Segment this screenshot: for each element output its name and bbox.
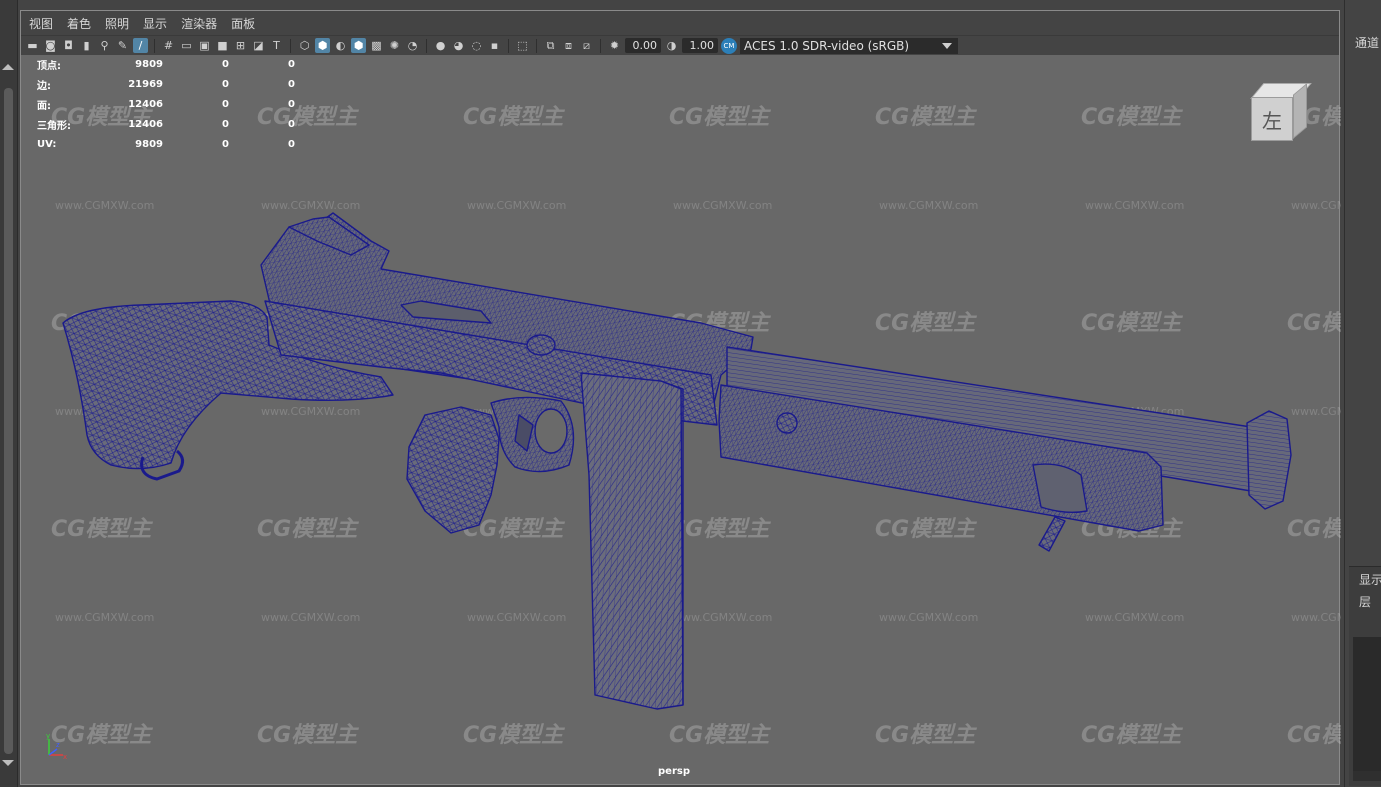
toolbar-separator: [536, 38, 537, 53]
display-tab[interactable]: 显示: [1359, 571, 1381, 588]
left-scrollbar[interactable]: [4, 88, 13, 754]
toolbar-separator: [600, 38, 601, 53]
color-management-icon[interactable]: CM: [721, 37, 737, 54]
hud-value: 0: [288, 78, 295, 90]
hud-value: 0: [222, 138, 229, 150]
layer-list-scrollbar[interactable]: [1353, 771, 1381, 781]
screen-space-ao-icon[interactable]: ●: [433, 38, 448, 53]
axis-x-label: x: [63, 753, 67, 761]
isolate-select-icon[interactable]: ⬚: [515, 38, 530, 53]
wireframe-icon[interactable]: ⬡: [297, 38, 312, 53]
exposure-field[interactable]: 0.00: [625, 38, 661, 53]
safe-action-icon[interactable]: ◪: [251, 38, 266, 53]
camera-name-label: persp: [658, 766, 690, 777]
camera-attributes-icon[interactable]: ◙: [43, 38, 58, 53]
motion-blur-icon[interactable]: ◕: [451, 38, 466, 53]
axis-z-label: z: [56, 741, 60, 749]
view-cube[interactable]: 左: [1247, 83, 1312, 147]
hud-label: 顶点:: [37, 60, 61, 72]
menu-shading[interactable]: 着色: [67, 15, 91, 32]
bookmark-icon[interactable]: ◘: [61, 38, 76, 53]
hud-row-triangles: 三角形: 12406 0 0: [37, 114, 295, 134]
film-gate-icon[interactable]: ▭: [179, 38, 194, 53]
menu-view[interactable]: 视图: [29, 15, 53, 32]
poly-count-hud: 顶点: 9809 0 0 边: 21969 0 0 面: 12406 0 0 三…: [37, 54, 295, 154]
hud-value: 9809: [135, 58, 163, 70]
grease-pencil-icon[interactable]: ✎: [115, 38, 130, 53]
view-cube-left-face[interactable]: 左: [1251, 97, 1293, 141]
hud-label: UV:: [37, 138, 57, 150]
hud-value: 0: [288, 98, 295, 110]
hud-value: 0: [288, 118, 295, 130]
safe-title-icon[interactable]: T: [269, 38, 284, 53]
scroll-down-icon[interactable]: [2, 760, 14, 766]
hud-row-vertices: 顶点: 9809 0 0: [37, 54, 295, 74]
axis-gizmo: y x z: [46, 732, 67, 761]
view-transform-value: ACES 1.0 SDR-video (sRGB): [744, 38, 910, 53]
viewport-panel[interactable]: 视图 着色 照明 显示 渲染器 面板 ▬ ◙ ◘ ▮ ⚲ ✎ / # ▭ ▣ ■…: [20, 10, 1341, 785]
hud-value: 0: [288, 138, 295, 150]
image-plane-icon[interactable]: ▮: [79, 38, 94, 53]
hud-value: 9809: [135, 138, 163, 150]
grid-icon[interactable]: #: [161, 38, 176, 53]
menu-panels[interactable]: 面板: [231, 15, 255, 32]
hud-label: 边:: [37, 80, 51, 92]
scroll-up-icon[interactable]: [2, 64, 14, 70]
hud-value: 21969: [128, 78, 163, 90]
panel-menubar: 视图 着色 照明 显示 渲染器 面板: [21, 11, 1339, 35]
layer-editor: 显示 层: [1349, 566, 1381, 786]
gamma-icon[interactable]: ◑: [664, 38, 679, 53]
layers-menu[interactable]: 层: [1359, 593, 1371, 610]
hud-value: 0: [222, 118, 229, 130]
menu-renderer[interactable]: 渲染器: [181, 15, 217, 32]
wireframe-on-shaded-icon[interactable]: ⬢: [351, 38, 366, 53]
panel-toolbar: ▬ ◙ ◘ ▮ ⚲ ✎ / # ▭ ▣ ■ ⊞ ◪ T ⬡ ⬢ ◐ ⬢ ▩ ✺ …: [21, 35, 1339, 55]
anti-aliasing-icon[interactable]: ◌: [469, 38, 484, 53]
resolution-gate-icon[interactable]: ▣: [197, 38, 212, 53]
default-material-icon[interactable]: ◐: [333, 38, 348, 53]
channel-box-tab[interactable]: 通道: [1355, 34, 1379, 51]
layer-list[interactable]: [1353, 637, 1381, 771]
grease-pencil-active-icon[interactable]: /: [133, 38, 148, 53]
hud-label: 三角形:: [37, 120, 71, 132]
submachine-gun-wireframe-model[interactable]: [21, 55, 1341, 785]
view-transform-dropdown[interactable]: ACES 1.0 SDR-video (sRGB): [740, 37, 958, 54]
field-chart-icon[interactable]: ⊞: [233, 38, 248, 53]
gamma-field[interactable]: 1.00: [682, 38, 718, 53]
channel-box-panel: 通道 显示 层: [1344, 0, 1381, 787]
toolbar-separator: [154, 38, 155, 53]
hud-value: 0: [222, 98, 229, 110]
hud-value: 0: [222, 78, 229, 90]
xray-icon[interactable]: ⧉: [543, 38, 558, 53]
left-shelf-strip: [0, 0, 18, 787]
toolbar-separator: [508, 38, 509, 53]
menu-lighting[interactable]: 照明: [105, 15, 129, 32]
hud-row-uvs: UV: 9809 0 0: [37, 134, 295, 154]
smooth-shade-icon[interactable]: ⬢: [315, 38, 330, 53]
chevron-down-icon: [942, 42, 952, 49]
exposure-icon[interactable]: ✹: [607, 38, 622, 53]
xray-components-icon[interactable]: ⧄: [579, 38, 594, 53]
lights-icon[interactable]: ✺: [387, 38, 402, 53]
hud-value: 0: [222, 58, 229, 70]
toolbar-separator: [290, 38, 291, 53]
toolbar-separator: [426, 38, 427, 53]
hud-label: 面:: [37, 100, 51, 112]
shadows-icon[interactable]: ◔: [405, 38, 420, 53]
textured-icon[interactable]: ▩: [369, 38, 384, 53]
gate-mask-icon[interactable]: ■: [215, 38, 230, 53]
depth-of-field-icon[interactable]: ▪: [487, 38, 502, 53]
xray-joints-icon[interactable]: ⧈: [561, 38, 576, 53]
maya-window: 视图 着色 照明 显示 渲染器 面板 ▬ ◙ ◘ ▮ ⚲ ✎ / # ▭ ▣ ■…: [0, 0, 1381, 787]
view-cube-side[interactable]: [1293, 83, 1307, 139]
menu-show[interactable]: 显示: [143, 15, 167, 32]
2d-pan-zoom-icon[interactable]: ⚲: [97, 38, 112, 53]
axis-y-label: y: [46, 732, 50, 740]
hud-row-faces: 面: 12406 0 0: [37, 94, 295, 114]
hud-value: 0: [288, 58, 295, 70]
camera-select-icon[interactable]: ▬: [25, 38, 40, 53]
hud-row-edges: 边: 21969 0 0: [37, 74, 295, 94]
hud-value: 12406: [128, 118, 163, 130]
hud-value: 12406: [128, 98, 163, 110]
